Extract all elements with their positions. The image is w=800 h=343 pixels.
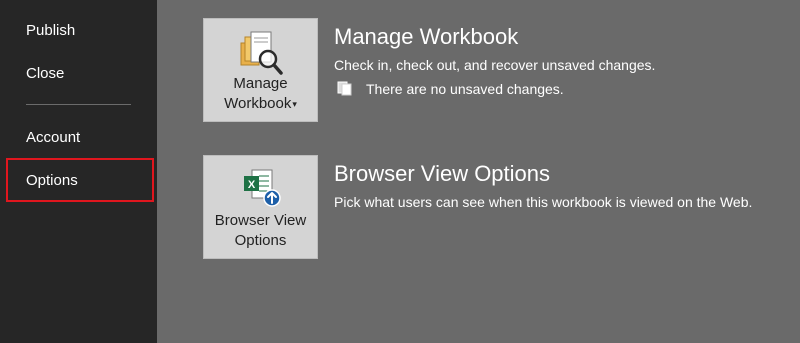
svg-text:X: X	[248, 179, 256, 191]
options-highlight-box	[6, 158, 154, 202]
backstage-sidebar: Publish Close Account Options	[0, 0, 157, 343]
manage-tile-label-line2: Workbook	[224, 95, 292, 112]
nav-item-publish[interactable]: Publish	[26, 22, 75, 39]
unsaved-changes-icon	[337, 81, 352, 96]
browser-view-options-title: Browser View Options	[334, 161, 551, 186]
manage-workbook-description: Check in, check out, and recover unsaved…	[334, 57, 656, 73]
unsaved-changes-status: There are no unsaved changes.	[366, 81, 564, 97]
dropdown-caret-icon: ▾	[292, 99, 297, 110]
manage-workbook-button[interactable]: Manage Workbook▾	[203, 18, 318, 122]
backstage-main: Manage Workbook▾ Manage Workbook Check i…	[157, 0, 800, 343]
browser-tile-label-line2: Options	[234, 232, 287, 249]
manage-workbook-icon	[240, 31, 283, 75]
manage-tile-label-line2-wrap: Workbook▾	[204, 94, 317, 114]
manage-tile-label-line1: Manage	[233, 75, 288, 92]
nav-item-account[interactable]: Account	[26, 129, 80, 146]
browser-view-options-button[interactable]: X Browser View Options	[203, 155, 318, 259]
browser-view-options-description: Pick what users can see when this workbo…	[334, 194, 753, 210]
sidebar-divider	[26, 104, 131, 105]
nav-item-close[interactable]: Close	[26, 65, 64, 82]
browser-tile-label-line1: Browser View	[214, 212, 307, 229]
manage-workbook-title: Manage Workbook	[334, 24, 519, 49]
browser-view-options-icon: X	[244, 169, 281, 207]
